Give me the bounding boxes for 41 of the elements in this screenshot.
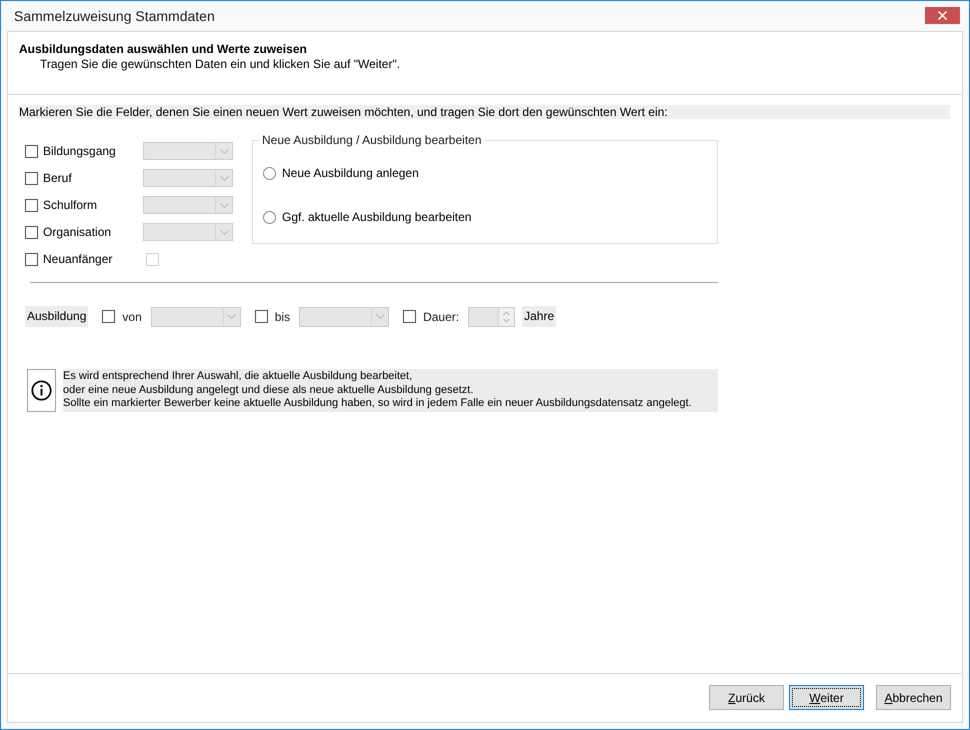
checkbox[interactable]: [25, 144, 38, 158]
chevron-down-icon: [220, 148, 228, 154]
checkbox[interactable]: [25, 226, 38, 238]
next-button[interactable]: Weiter: [789, 685, 864, 710]
chevron-down-icon: [220, 202, 228, 208]
back-button[interactable]: Zurück: [709, 685, 784, 710]
spin-arrows-icon: [503, 310, 510, 322]
field-label: Dauer:: [423, 310, 460, 324]
radio-button[interactable]: [263, 210, 276, 224]
field-label: Bildungsgang: [43, 144, 116, 158]
radio-button[interactable]: [263, 166, 276, 180]
checkbox[interactable]: [403, 310, 416, 323]
group-title: Neue Ausbildung / Ausbildung bearbeiten: [261, 133, 483, 147]
option-label: Neue Ausbildung anlegen: [282, 166, 419, 180]
checkbox[interactable]: [25, 252, 38, 266]
chevron-down-icon: [376, 314, 385, 319]
window-title: Sammelzuweisung Stammdaten: [14, 8, 215, 24]
field-label: Schulform: [43, 198, 98, 212]
field-label: Beruf: [43, 171, 72, 185]
close-icon: [938, 11, 947, 20]
field-label: Organisation: [43, 225, 112, 239]
page-subtitle: Tragen Sie die gewünschten Daten ein und klicken Sie auf "Weiter".: [40, 57, 400, 71]
checkbox[interactable]: [102, 310, 116, 323]
section-label: Ausbildung: [25, 306, 88, 327]
instruction-text: Markieren Sie die Felder, denen Sie einen neuen Wert zuweisen möchten, und tragen Sie dort den gewünschten Wert ein:: [19, 105, 950, 119]
checkbox[interactable]: [25, 172, 38, 184]
info-icon: [27, 369, 56, 412]
info-text: Es wird entsprechend Ihrer Auswahl, die aktuelle Ausbildung bearbeitet, oder eine neue Ausbildung angelegt und diese als neue aktuelle Ausbildung gesetzt. Sollte ein markierter Bewerber keine aktuelle Ausbildung haben, so wird in jedem Falle ein neuer Ausbildungsdatensatz angelegt.: [63, 369, 718, 412]
chevron-down-icon: [220, 230, 228, 234]
field-label: bis: [274, 310, 290, 324]
cancel-button[interactable]: Abbrechen: [876, 685, 951, 710]
chevron-down-icon: [227, 314, 236, 319]
close-button[interactable]: [925, 7, 960, 24]
option-label: Ggf. aktuelle Ausbildung bearbeiten: [282, 210, 472, 224]
field-label: Neuanfänger: [43, 252, 112, 266]
unit-label: Jahre: [522, 306, 556, 327]
chevron-down-icon: [220, 176, 228, 180]
checkbox[interactable]: [254, 310, 268, 323]
field-label: von: [122, 310, 142, 324]
checkbox[interactable]: [25, 198, 38, 212]
page-heading: Ausbildungsdaten auswählen und Werte zuweisen: [19, 42, 307, 56]
